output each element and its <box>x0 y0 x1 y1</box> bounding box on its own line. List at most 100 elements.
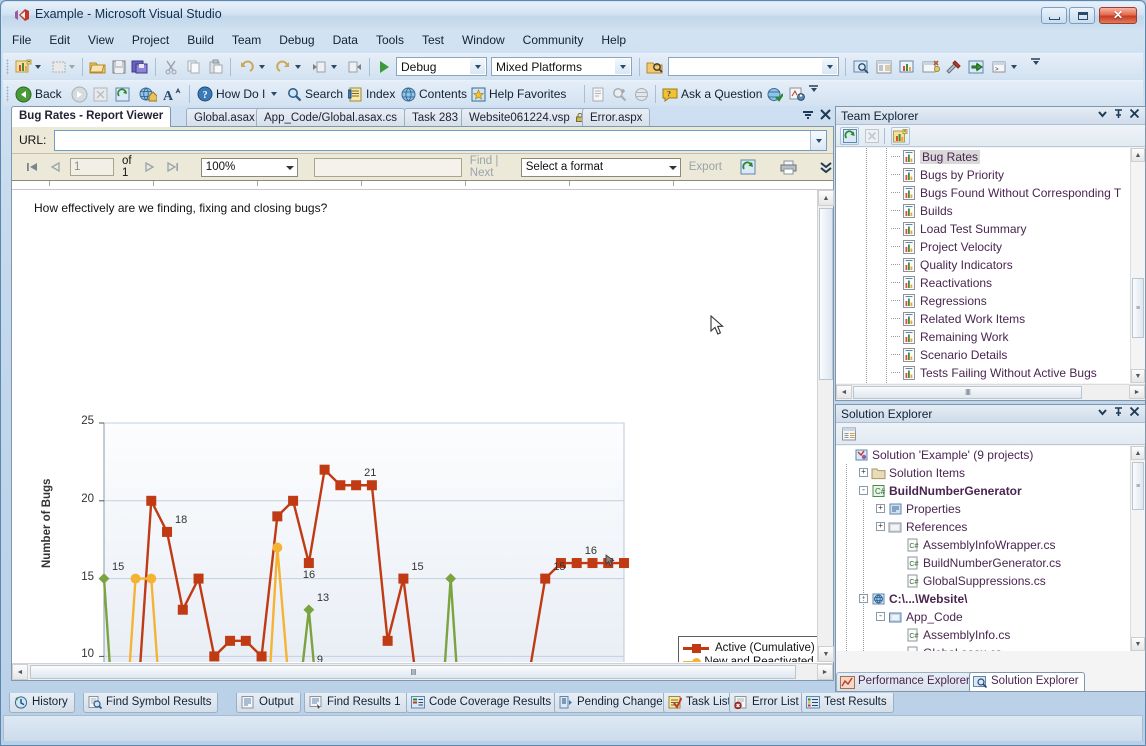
previous-page-button[interactable] <box>50 157 60 177</box>
tab-app-code-global-asax-cs[interactable]: App_Code/Global.asax.cs <box>256 108 405 127</box>
pin-icon[interactable] <box>1113 406 1124 420</box>
chevron-down-icon[interactable] <box>822 59 837 74</box>
chevron-down-icon[interactable] <box>470 59 485 74</box>
toolbar-overflow-button[interactable] <box>809 85 818 103</box>
add-new-item-dropdown[interactable] <box>69 58 75 76</box>
solution-explorer-tree[interactable]: Solution 'Example' (9 projects) + Solution… <box>836 446 1145 651</box>
tree-item-reactivations[interactable]: Reactivations <box>836 274 1145 292</box>
collapse-icon[interactable]: - <box>876 612 885 621</box>
tab-performance-explorer[interactable]: Performance Explorer <box>836 672 976 691</box>
help-search-button[interactable]: Search <box>287 85 343 103</box>
close-icon[interactable] <box>820 109 831 123</box>
solution-configuration-select[interactable]: Debug <box>396 57 487 76</box>
menu-tools[interactable]: Tools <box>367 29 413 50</box>
tree-item-c-website[interactable]: - C:\...\Website\ <box>836 590 1145 608</box>
expand-icon[interactable]: + <box>876 504 885 513</box>
tree-item-regressions[interactable]: Regressions <box>836 292 1145 310</box>
tree-item-builds[interactable]: Builds <box>836 202 1145 220</box>
properties-window-button[interactable] <box>876 58 894 76</box>
menu-build[interactable]: Build <box>178 29 223 50</box>
new-report-button[interactable] <box>891 127 910 145</box>
start-debugging-button[interactable] <box>378 58 390 76</box>
bottom-tab-find-results-1[interactable]: Find Results 1 <box>304 693 408 713</box>
team-explorer-tree[interactable]: Bug Rates Bugs by Priority Bugs Found With… <box>836 148 1145 383</box>
new-project-button[interactable] <box>15 58 33 76</box>
help-home-button[interactable] <box>139 85 157 103</box>
toolbar-grip[interactable] <box>6 59 9 75</box>
scroll-thumb[interactable] <box>819 208 833 380</box>
help-favorites-button[interactable]: Help Favorites <box>471 85 566 103</box>
help-back-button[interactable]: Back <box>15 85 62 103</box>
team-explorer-vertical-scrollbar[interactable]: ▲ ≡ ▼ <box>1130 148 1145 383</box>
scroll-down-arrow[interactable]: ▼ <box>818 646 834 662</box>
tree-item-project-velocity[interactable]: Project Velocity <box>836 238 1145 256</box>
menu-edit[interactable]: Edit <box>40 29 79 50</box>
find-combo[interactable] <box>668 57 839 76</box>
navigate-backward-dropdown[interactable] <box>331 58 337 76</box>
tree-item-quality-indicators[interactable]: Quality Indicators <box>836 256 1145 274</box>
tree-item-load-test-summary[interactable]: Load Test Summary <box>836 220 1145 238</box>
tab-website061224-vsp[interactable]: Website061224.vsp <box>461 108 593 127</box>
first-page-button[interactable] <box>26 157 38 177</box>
publish-button[interactable] <box>968 58 986 76</box>
bottom-tab-task-list[interactable]: Task List <box>663 693 738 713</box>
navigate-backward-button[interactable] <box>311 58 327 76</box>
maximize-button[interactable] <box>1069 7 1095 24</box>
menu-project[interactable]: Project <box>123 29 178 50</box>
expand-icon[interactable]: + <box>876 522 885 531</box>
tree-item-bugs-by-priority[interactable]: Bugs by Priority <box>836 166 1145 184</box>
scroll-thumb[interactable]: IIII <box>30 665 796 679</box>
next-page-button[interactable] <box>145 157 155 177</box>
bottom-tab-pending-changes[interactable]: Pending Changes <box>554 693 676 713</box>
new-project-dropdown[interactable] <box>35 58 41 76</box>
help-contents-button[interactable]: Contents <box>401 85 467 103</box>
solution-platform-select[interactable]: Mixed Platforms <box>491 57 632 76</box>
tree-item-solution-example-9-projects[interactable]: Solution 'Example' (9 projects) <box>836 446 1145 464</box>
tree-item-related-work-items[interactable]: Related Work Items <box>836 310 1145 328</box>
minimize-button[interactable] <box>1041 7 1067 24</box>
expand-toolbar-button[interactable] <box>819 157 833 177</box>
close-button[interactable]: ✕ <box>1099 7 1137 24</box>
scroll-thumb[interactable]: IIII <box>853 386 1082 399</box>
scroll-up-arrow[interactable]: ▲ <box>818 190 834 206</box>
menu-test[interactable]: Test <box>413 29 453 50</box>
object-browser-button[interactable] <box>899 58 917 76</box>
paste-button[interactable] <box>208 58 224 76</box>
export-label[interactable]: Export <box>689 161 722 173</box>
tree-item-scenario-details[interactable]: Scenario Details <box>836 346 1145 364</box>
tab-task-283[interactable]: Task 283 <box>404 108 467 127</box>
tree-item-solution-items[interactable]: + Solution Items <box>836 464 1145 482</box>
solution-explorer-button[interactable] <box>853 58 871 76</box>
refresh-report-button[interactable] <box>740 157 756 177</box>
find-next-label[interactable]: Find | Next <box>470 155 507 179</box>
command-window-button[interactable]: > <box>991 58 1007 76</box>
scroll-left-arrow[interactable]: ◄ <box>12 664 28 680</box>
menu-help[interactable]: Help <box>592 29 635 50</box>
expand-icon[interactable]: + <box>859 468 868 477</box>
help-refresh-button[interactable] <box>115 85 130 103</box>
tree-item-references[interactable]: + References <box>836 518 1145 536</box>
menu-file[interactable]: File <box>3 29 40 50</box>
print-button[interactable] <box>780 157 797 177</box>
report-vertical-scrollbar[interactable]: ▲ ▼ <box>817 190 834 662</box>
tab-list-icon[interactable] <box>802 109 814 124</box>
find-in-files-button[interactable] <box>646 58 664 76</box>
toolbar-overflow-button[interactable] <box>1031 58 1040 76</box>
tree-item-buildnumbergenerator[interactable]: - C# BuildNumberGenerator <box>836 482 1145 500</box>
toolbox-button[interactable] <box>922 58 940 76</box>
toolbar-grip[interactable] <box>6 86 9 102</box>
bottom-tab-output[interactable]: Output <box>236 693 301 713</box>
scroll-thumb[interactable]: ≡ <box>1132 278 1144 338</box>
tree-item-globalsuppressions-cs[interactable]: C# GlobalSuppressions.cs <box>836 572 1145 590</box>
bottom-tab-find-symbol-results[interactable]: Find Symbol Results <box>83 693 219 713</box>
export-format-select[interactable]: Select a format <box>520 157 681 177</box>
zoom-select[interactable]: 100% <box>200 157 298 177</box>
page-number-input[interactable]: 1 <box>70 158 114 176</box>
chevron-down-icon[interactable] <box>810 131 826 150</box>
refresh-button[interactable] <box>840 127 859 145</box>
tab-bug-rates-report-viewer[interactable]: Bug Rates - Report Viewer <box>11 106 172 127</box>
pin-icon[interactable] <box>1113 108 1124 122</box>
tree-item-buildnumbergenerator-cs[interactable]: C# BuildNumberGenerator.cs <box>836 554 1145 572</box>
add-new-item-button[interactable] <box>51 58 67 76</box>
scroll-up-arrow[interactable]: ▲ <box>1131 446 1145 460</box>
